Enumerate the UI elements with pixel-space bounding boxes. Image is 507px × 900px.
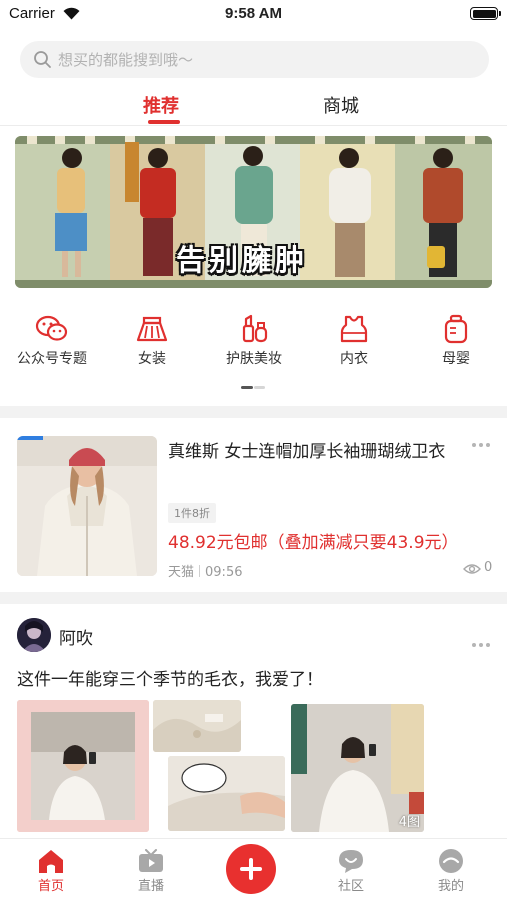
tv-icon [139,849,163,872]
product-image[interactable] [17,436,157,576]
skirt-icon [136,316,168,342]
status-time: 9:58 AM [225,5,282,22]
divider [0,125,507,126]
product-time: 09:56 [205,565,243,580]
baby-bottle-icon [444,314,468,344]
nav-label: 首页 [37,879,64,894]
more-options-icon[interactable] [472,643,492,649]
post-image[interactable] [17,700,149,832]
post-photo-3 [168,756,285,831]
category-pager [241,386,265,389]
wechat-icon [35,315,68,341]
battery-icon [470,7,501,20]
post-image[interactable]: 4图 [291,704,424,832]
chat-bubble-icon [339,850,363,873]
tab-recommend[interactable]: 推荐 [143,92,179,118]
discount-tag: 1件8折 [168,503,216,523]
tab-mall[interactable]: 商城 [323,92,359,118]
search-icon [34,51,51,68]
category-underwear[interactable]: 内衣 [309,314,399,368]
nav-home[interactable]: 首页 [11,839,91,900]
nav-label: 直播 [137,879,164,894]
category-wechat-topics[interactable]: 公众号专题 [7,314,97,368]
category-label: 护肤美妆 [226,351,282,367]
post-image[interactable] [168,756,285,831]
section-divider [0,406,507,418]
search-bar[interactable] [20,41,489,78]
category-womens-wear[interactable]: 女装 [107,314,197,368]
search-input[interactable] [58,41,468,78]
avatar-image [17,618,51,652]
product-badge [17,436,43,440]
post-image[interactable] [153,700,241,752]
product-meta: 天猫 09:56 [168,561,242,580]
product-photo [17,436,157,576]
home-icon [39,850,63,873]
banner-headline: 告别臃肿 [176,243,309,277]
category-label: 女装 [138,351,166,367]
product-source: 天猫 [168,565,195,580]
view-count: 0 [484,560,493,575]
more-options-icon[interactable] [472,443,492,449]
nav-label: 我的 [437,879,464,894]
post-author[interactable]: 阿吹 [59,624,93,649]
image-count: 4图 [398,815,420,830]
product-price: 48.92元包邮（叠加满减只要43.9元） [168,533,459,553]
nav-profile[interactable]: 我的 [411,839,491,900]
nav-label: 社区 [337,879,364,894]
product-title[interactable]: 真维斯 女士连帽加厚长袖珊瑚绒卫衣 [168,437,460,468]
category-skincare[interactable]: 护肤美妆 [209,314,299,368]
post-photo-1 [17,700,149,832]
post-photo-2 [153,700,241,752]
category-mother-baby[interactable]: 母婴 [411,314,501,368]
nav-community[interactable]: 社区 [311,839,391,900]
eye-icon [463,564,481,574]
status-bar: Carrier 9:58 AM [0,0,507,30]
category-label: 母婴 [442,351,470,367]
active-tab-indicator [148,120,180,124]
section-divider [0,592,507,604]
avatar[interactable] [17,618,51,652]
category-label: 公众号专题 [17,351,87,367]
vest-icon [340,315,368,343]
post-text: 这件一年能穿三个季节的毛衣，我爱了！ [17,670,323,690]
create-post-button[interactable] [226,844,276,894]
nav-live[interactable]: 直播 [111,839,191,900]
profile-icon [439,849,463,873]
top-tabs: 推荐 商城 [0,86,507,126]
category-label: 内衣 [340,351,368,367]
cosmetics-icon [242,314,268,343]
